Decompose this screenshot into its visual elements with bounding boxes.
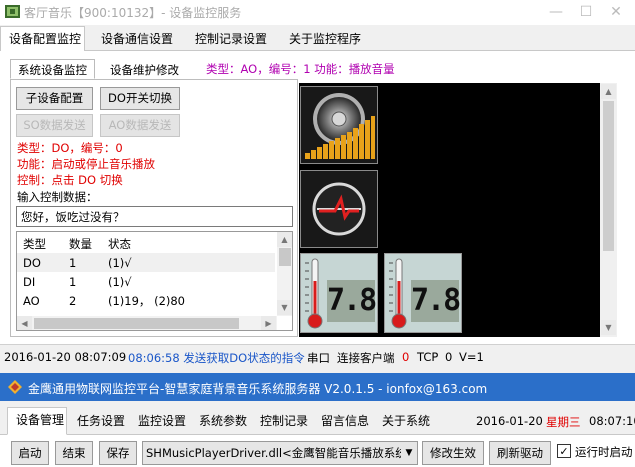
gauge-2-reading: 7.8 [411, 280, 461, 322]
grid-header-row: 类型 数量 状态 [17, 234, 275, 253]
input-label: 输入控制数据： [17, 190, 98, 204]
autorun-checkbox[interactable]: ✓ [557, 444, 571, 458]
grid-row[interactable]: DI 1 (1)√ [17, 272, 275, 291]
grid-cell-status: (1)√ [108, 255, 132, 270]
scroll-thumb[interactable] [603, 101, 614, 251]
scroll-down-arrow-icon[interactable]: ▼ [277, 300, 292, 315]
bottom-time: 08:07:10 [589, 414, 635, 428]
do-toggle-button[interactable]: DO开关切换 [100, 87, 180, 110]
tab-messages[interactable]: 留言信息 [313, 409, 373, 432]
tab-device-comm-settings[interactable]: 设备通信设置 [93, 27, 183, 50]
grid-cell-type: DO [23, 255, 41, 270]
status-clients-value: 0 [402, 350, 410, 364]
driver-select-value: SHMusicPlayerDriver.dll<金鹰智能音乐播放系统 [146, 446, 407, 460]
window-title: 客厅音乐【900:10132】- 设备监控服务 [24, 6, 242, 20]
grid-header-type: 类型 [23, 236, 46, 251]
temperature-gauge-1[interactable]: 7.8 [300, 253, 378, 333]
gauge-1-reading: 7.8 [327, 280, 377, 322]
selected-device-info: 类型：AO，编号：1 功能：播放音量 [206, 62, 395, 76]
speaker-icon [305, 93, 375, 159]
grid-cell-type: DI [23, 274, 36, 289]
temperature-gauge-2[interactable]: 7.8 [384, 253, 462, 333]
status-datetime: 2016-01-20 08:07:09 [4, 350, 127, 364]
subtab-system-monitor[interactable]: 系统设备监控 [10, 59, 95, 79]
status-serial-label: 串口 [307, 351, 330, 365]
scroll-down-arrow-icon[interactable]: ▼ [601, 320, 616, 335]
maximize-button[interactable]: ☐ [571, 1, 601, 23]
scroll-right-arrow-icon[interactable]: ▶ [261, 316, 276, 330]
grid-header-count: 数量 [69, 236, 92, 251]
tab-about-system[interactable]: 关于系统 [374, 409, 434, 432]
app-logo-icon [7, 379, 23, 395]
so-send-button[interactable]: SO数据发送 [16, 114, 93, 137]
apply-changes-button[interactable]: 修改生效 [422, 441, 484, 465]
save-button[interactable]: 保存 [99, 441, 137, 465]
info-function: 功能：启动或停止音乐播放 [17, 157, 155, 171]
scroll-thumb[interactable] [279, 248, 291, 266]
refresh-driver-button[interactable]: 刷新驱动 [489, 441, 551, 465]
sub-device-config-button[interactable]: 子设备配置 [16, 87, 93, 110]
grid-cell-count: 1 [69, 274, 77, 289]
status-grid: 类型 数量 状态 DO 1 (1)√ DI 1 (1)√ AO 2 (1)19，… [16, 231, 293, 331]
app-icon [4, 3, 21, 20]
subtab-device-maintenance[interactable]: 设备维护修改 [103, 60, 186, 80]
start-button[interactable]: 启动 [11, 441, 49, 465]
status-bar: 2016-01-20 08:07:09 08:06:58 发送获取DO状态的指令… [0, 344, 635, 368]
grid-row[interactable]: AO 2 (1)19， (2)80 [17, 291, 275, 310]
power-switch-tile[interactable] [300, 170, 378, 248]
chevron-down-icon[interactable]: ▼ [401, 442, 417, 464]
ao-send-button[interactable]: AO数据发送 [100, 114, 180, 137]
status-message: 08:06:58 发送获取DO状态的指令 [128, 351, 305, 365]
grid-cell-status: (1)√ [108, 274, 132, 289]
scroll-up-arrow-icon[interactable]: ▲ [601, 84, 616, 99]
scroll-left-arrow-icon[interactable]: ◀ [17, 316, 32, 330]
tab-device-management[interactable]: 设备管理 [7, 407, 67, 435]
thermometer-icon [389, 258, 407, 329]
stop-button[interactable]: 结束 [55, 441, 93, 465]
tab-monitor-settings[interactable]: 监控设置 [130, 409, 190, 432]
status-version: V=1 [459, 350, 484, 364]
switch-gauge-icon [312, 182, 366, 236]
title-bar: 客厅音乐【900:10132】- 设备监控服务 — ☐ ✕ [0, 0, 635, 25]
bottom-date: 2016-01-20 [476, 414, 543, 428]
grid-cell-count: 2 [69, 293, 77, 308]
tab-device-config-monitor[interactable]: 设备配置监控 [0, 26, 85, 52]
bottom-window-titlebar: 金鹰通用物联网监控平台-智慧家庭背景音乐系统服务器 V2.0.1.5 - ion… [0, 373, 635, 401]
driver-select[interactable]: SHMusicPlayerDriver.dll<金鹰智能音乐播放系统 ▼ [142, 441, 418, 465]
bottom-window-title: 金鹰通用物联网监控平台-智慧家庭背景音乐系统服务器 V2.0.1.5 - ion… [28, 382, 488, 396]
info-control: 控制：点击 DO 切换 [17, 173, 123, 187]
info-type: 类型：DO，编号：0 [17, 141, 123, 155]
tab-system-params[interactable]: 系统参数 [191, 409, 251, 432]
tab-task-settings[interactable]: 任务设置 [69, 409, 129, 432]
status-clients-label: 连接客户端 [337, 351, 395, 365]
control-data-input[interactable]: 您好，饭吃过没有？ [16, 206, 293, 227]
display-vertical-scrollbar[interactable]: ▲ ▼ [600, 83, 617, 337]
thermometer-icon [305, 258, 323, 329]
scroll-up-arrow-icon[interactable]: ▲ [277, 232, 292, 247]
status-tcp-value: 0 [445, 350, 453, 364]
grid-cell-status: (1)19， (2)80 [108, 293, 186, 308]
minimize-button[interactable]: — [541, 1, 571, 23]
grid-row[interactable]: DO 1 (1)√ [17, 253, 275, 272]
grid-cell-count: 1 [69, 255, 77, 270]
tab-control-log[interactable]: 控制记录 [252, 409, 312, 432]
grid-horizontal-scrollbar[interactable]: ◀ ▶ [17, 316, 277, 330]
grid-cell-type: AO [23, 293, 40, 308]
grid-header-status: 状态 [108, 236, 131, 251]
tab-about-monitor[interactable]: 关于监控程序 [281, 27, 371, 50]
tab-control-log-settings[interactable]: 控制记录设置 [187, 27, 277, 50]
main-tab-bar: 设备配置监控 设备通信设置 控制记录设置 关于监控程序 [0, 25, 635, 52]
autorun-label: 运行时启动 [575, 445, 633, 459]
grid-vertical-scrollbar[interactable]: ▲ ▼ [277, 232, 292, 316]
speaker-volume-tile[interactable] [300, 86, 378, 164]
status-tcp-label: TCP [417, 350, 439, 364]
close-button[interactable]: ✕ [601, 1, 631, 23]
hscroll-thumb[interactable] [34, 318, 239, 329]
bottom-weekday: 星期三 [546, 415, 581, 429]
